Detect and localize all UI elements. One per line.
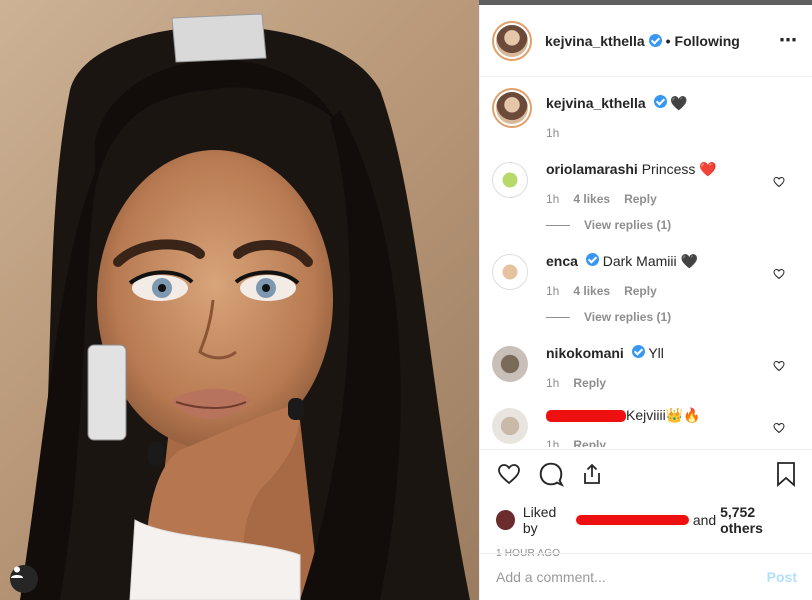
caption-emoji: 🖤 xyxy=(670,95,688,111)
caption-row: kejvina_kthella 🖤 1h xyxy=(492,88,799,160)
comment-time[interactable]: 1h xyxy=(546,376,559,390)
comment-avatar[interactable] xyxy=(492,162,528,198)
comment-text: Yll xyxy=(648,345,664,361)
comment-text: Princess xyxy=(641,161,696,177)
comment-text: Dark Mamiii xyxy=(602,253,677,269)
comment-username[interactable]: oriolamarashi xyxy=(546,161,638,177)
reply-button[interactable]: Reply xyxy=(624,192,657,206)
like-comment-heart-icon[interactable] xyxy=(773,421,785,439)
reply-button[interactable]: Reply xyxy=(573,376,606,390)
post-actions: Liked by and 5,752 others 1 HOUR AGO xyxy=(480,449,812,559)
add-comment-input[interactable] xyxy=(496,569,767,585)
caption-username[interactable]: kejvina_kthella xyxy=(546,95,646,111)
author-avatar[interactable] xyxy=(492,20,532,61)
like-comment-heart-icon[interactable] xyxy=(773,359,785,377)
comment-time[interactable]: 1h xyxy=(546,438,559,447)
verified-badge-icon xyxy=(653,95,667,108)
comment-likes[interactable]: 4 likes xyxy=(573,192,610,206)
comment-time[interactable]: 1h xyxy=(546,192,559,206)
verified-badge-icon xyxy=(585,253,599,266)
post-sidebar: kejvina_kthella • Following ⋯ kejvina_kt… xyxy=(479,5,812,600)
comment-emoji: 🖤 xyxy=(680,253,698,269)
likes-and: and xyxy=(692,512,717,528)
author-username[interactable]: kejvina_kthella xyxy=(545,33,645,49)
verified-badge-icon xyxy=(648,34,662,47)
like-heart-icon[interactable] xyxy=(496,462,522,491)
share-icon[interactable] xyxy=(580,462,604,491)
tagged-users-icon[interactable] xyxy=(10,565,38,593)
verified-badge-icon xyxy=(631,345,645,358)
bookmark-icon[interactable] xyxy=(775,461,797,492)
more-options-icon[interactable]: ⋯ xyxy=(779,30,798,51)
comment-item: enca Dark Mamiii 🖤 1h 4 likes Reply View… xyxy=(492,252,799,344)
post-comment-button[interactable]: Post xyxy=(767,569,797,585)
comment-emoji: ❤️ xyxy=(699,161,717,177)
comment-avatar[interactable] xyxy=(492,346,528,382)
view-replies-button[interactable]: View replies (1) xyxy=(546,218,799,232)
like-comment-heart-icon[interactable] xyxy=(773,267,785,285)
following-button[interactable]: Following xyxy=(675,33,740,49)
caption-time[interactable]: 1h xyxy=(546,126,559,140)
likes-summary: Liked by and 5,752 others xyxy=(496,504,797,536)
comment-avatar[interactable] xyxy=(492,254,528,290)
author-username-row: kejvina_kthella • Following xyxy=(545,33,740,49)
comments-list[interactable]: kejvina_kthella 🖤 1h oriolamarashi Princ… xyxy=(480,78,812,447)
comment-username[interactable]: nikokomani xyxy=(546,345,624,361)
action-icons xyxy=(496,460,797,492)
comment-item: oriolamarashi Princess ❤️ 1h 4 likes Rep… xyxy=(492,160,799,252)
liked-by-label: Liked by xyxy=(522,504,557,536)
comment-text: Kejviiii👑🔥 xyxy=(626,407,701,423)
redacted-liker-name xyxy=(575,515,689,525)
separator: • xyxy=(665,32,671,49)
likes-others-link[interactable]: 5,752 others xyxy=(720,504,797,536)
comment-avatar[interactable] xyxy=(492,408,528,444)
comment-likes[interactable]: 4 likes xyxy=(573,284,610,298)
post-photo[interactable] xyxy=(0,0,479,600)
portrait-illustration xyxy=(20,13,470,600)
view-replies-button[interactable]: View replies (1) xyxy=(546,310,799,324)
reply-button[interactable]: Reply xyxy=(573,438,606,447)
comment-bubble-icon[interactable] xyxy=(538,461,564,492)
comment-time[interactable]: 1h xyxy=(546,284,559,298)
redacted-username xyxy=(546,410,626,423)
post-header: kejvina_kthella • Following ⋯ xyxy=(480,5,812,77)
comment-composer: Post xyxy=(480,553,812,600)
liker-avatar[interactable] xyxy=(496,510,515,530)
caption-avatar[interactable] xyxy=(492,88,532,128)
comment-username[interactable]: enca xyxy=(546,253,578,269)
comment-item: nikokomani Yll 1h Reply xyxy=(492,344,799,406)
comment-item: Kejviiii👑🔥 1h Reply xyxy=(492,406,799,447)
reply-button[interactable]: Reply xyxy=(624,284,657,298)
like-comment-heart-icon[interactable] xyxy=(773,175,785,193)
